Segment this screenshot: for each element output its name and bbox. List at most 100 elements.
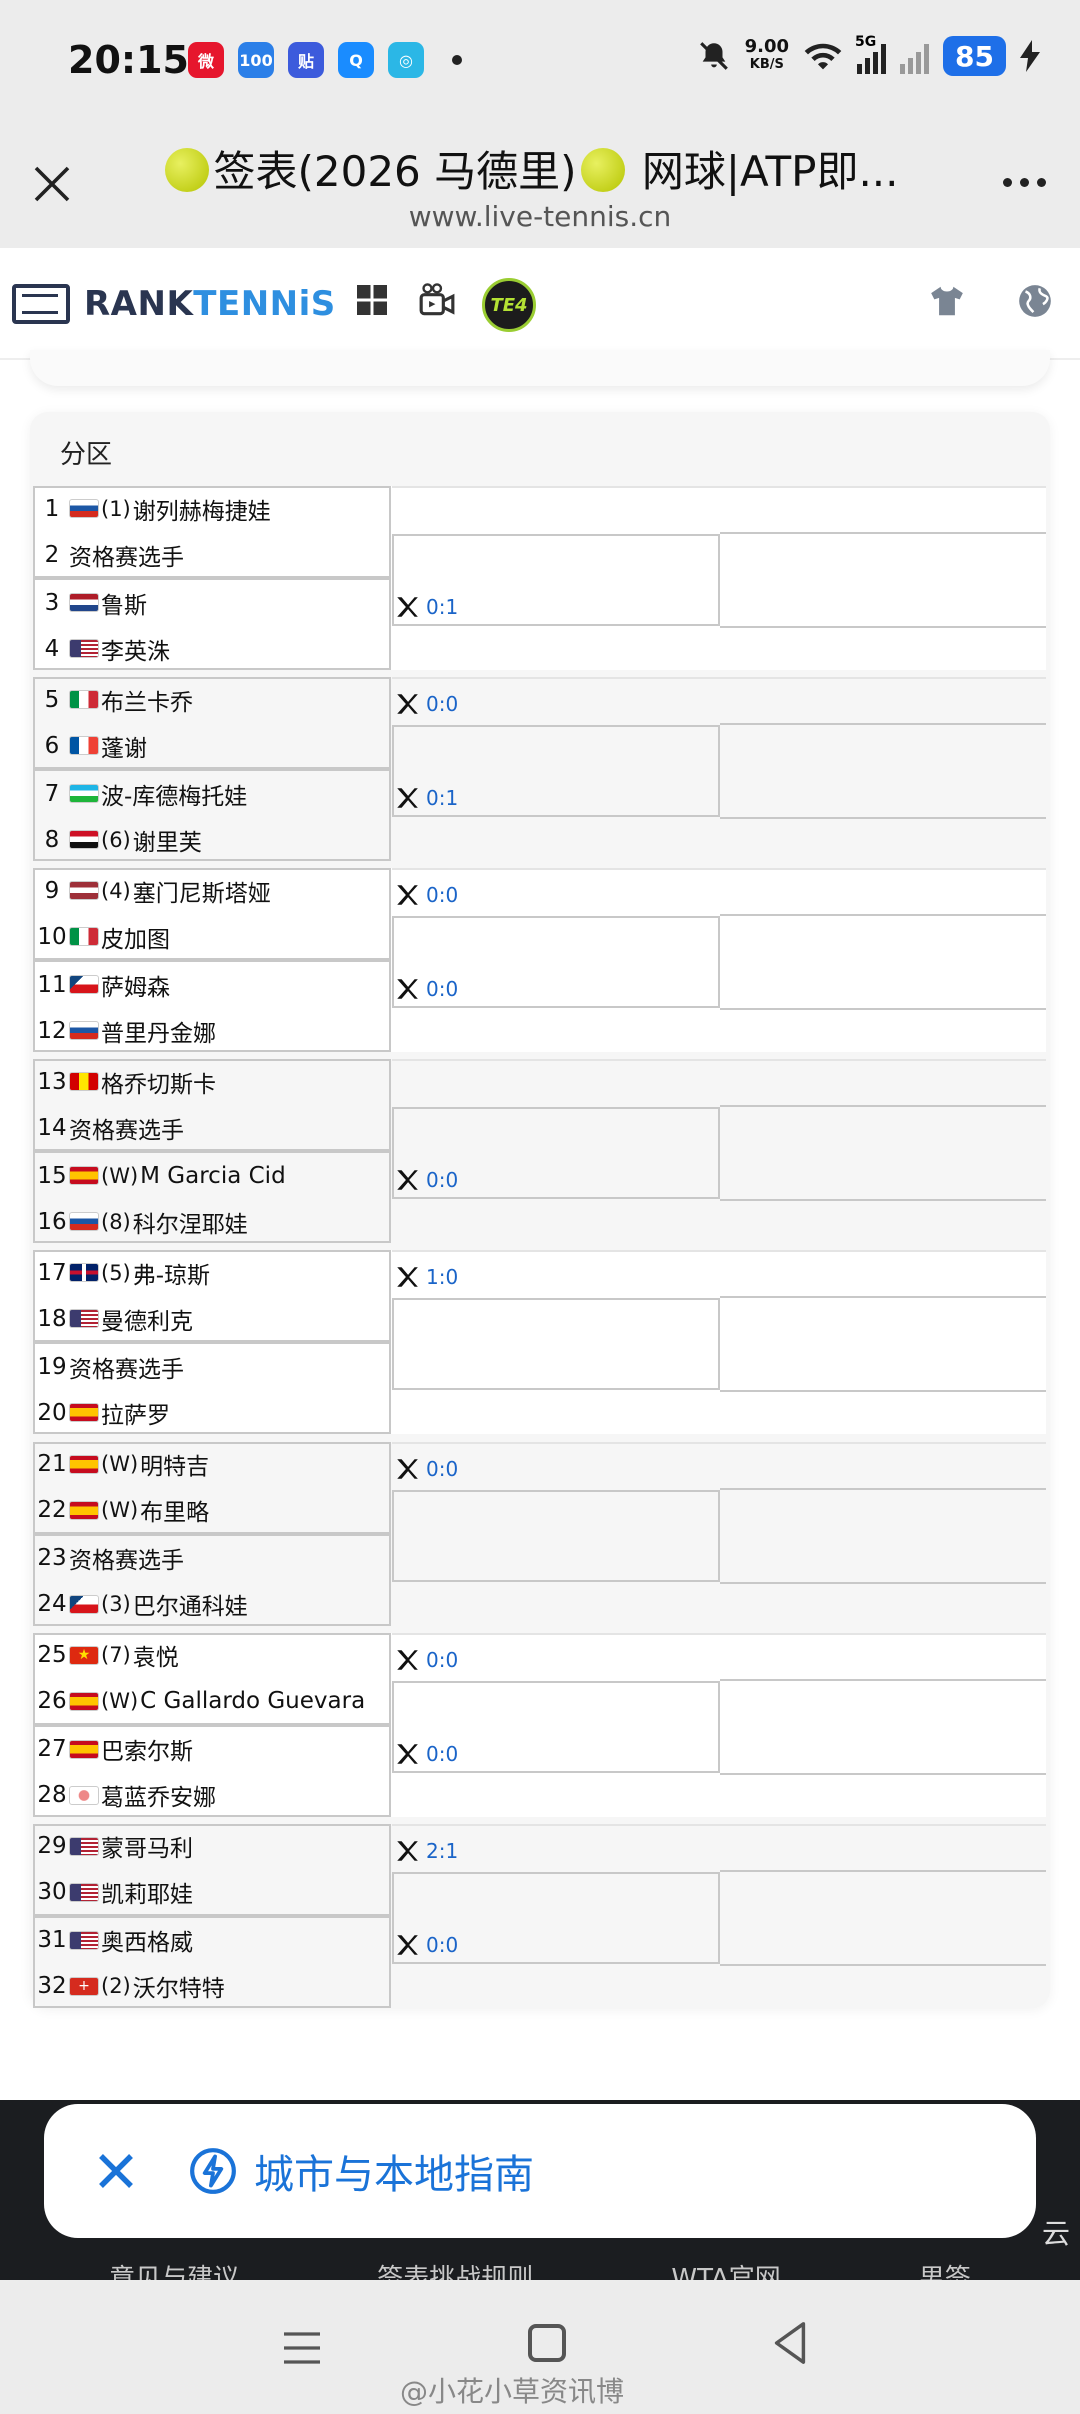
player-name[interactable]: 沃尔特特 [133,1969,225,2003]
player-row[interactable]: 23 资格赛选手 [35,1536,391,1581]
player-row[interactable]: 1 (1) 谢列赫梅捷娃 [35,486,391,531]
player-row[interactable]: 29 蒙哥马利 [35,1824,391,1869]
menu-icon[interactable] [282,2330,322,2366]
player-name[interactable]: 谢列赫梅捷娃 [133,492,271,526]
player-name[interactable]: 明特吉 [140,1447,209,1481]
player-name[interactable]: 鲁斯 [101,586,147,620]
player-row[interactable]: 18 曼德利克 [35,1296,391,1341]
player-name[interactable]: 资格赛选手 [69,1350,184,1384]
player-row[interactable]: 13 格乔切斯卡 [35,1059,391,1104]
player-name[interactable]: 塞门尼斯塔娅 [133,874,271,908]
player-name[interactable]: M Garcia Cid [140,1163,286,1189]
flag-icon-ru [69,499,99,518]
draw-position: 13 [37,1068,67,1095]
player-name[interactable]: 资格赛选手 [69,1111,184,1145]
draw-position: 19 [37,1353,67,1380]
player-row[interactable]: 17 (5) 弗-琼斯 [35,1250,391,1295]
player-row[interactable]: 8 (6) 谢里芙 [35,817,391,862]
match-score[interactable]: 2:1 [394,1838,458,1864]
player-name[interactable]: 曼德利克 [101,1302,193,1336]
score-text: 0:0 [426,692,459,717]
player-row[interactable]: 22 (W) 布里略 [35,1488,391,1533]
match-score[interactable]: 0:0 [394,1456,458,1482]
player-name[interactable]: 蒙哥马利 [101,1829,193,1863]
match-score[interactable]: 0:0 [394,691,458,717]
footer-link[interactable]: 男签 [919,2258,971,2282]
player-name[interactable]: 葛蓝乔安娜 [101,1778,216,1812]
globe-icon[interactable] [1016,282,1054,320]
grid-icon[interactable] [354,282,390,318]
player-name[interactable]: 普里丹金娜 [101,1014,216,1048]
player-name[interactable]: 格乔切斯卡 [101,1065,216,1099]
player-row[interactable]: 24 (3) 巴尔通科娃 [35,1582,391,1627]
footer-link[interactable]: 签表挑战规则 [377,2258,533,2282]
back-icon[interactable] [770,2320,810,2366]
match-status-icon [397,694,418,714]
player-row[interactable]: 3 鲁斯 [35,580,391,625]
player-row[interactable]: 7 波-库德梅托娃 [35,771,391,816]
draw-position: 24 [37,1591,67,1617]
player-row[interactable]: 25 ★ (7) 袁悦 [35,1633,391,1678]
player-row[interactable]: 31 奥西格威 [35,1918,391,1963]
player-name[interactable]: 凯莉耶娃 [101,1875,193,1909]
te4-badge[interactable]: TE4 [482,278,536,332]
more-options-icon[interactable] [1003,178,1046,187]
match-score[interactable]: 0:0 [394,976,458,1002]
player-row[interactable]: 6 蓬谢 [35,723,391,768]
player-row[interactable]: 15 (W) M Garcia Cid [35,1153,391,1198]
player-name[interactable]: 资格赛选手 [69,1541,184,1575]
player-name[interactable]: C Gallardo Guevara [140,1688,365,1714]
player-name[interactable]: 布里略 [140,1493,209,1527]
match-score[interactable]: 1:0 [394,1264,458,1290]
player-row[interactable]: 28 葛蓝乔安娜 [35,1773,391,1818]
player-name[interactable]: 弗-琼斯 [133,1256,210,1290]
footer-link[interactable]: 意见与建议 [109,2258,239,2282]
suggestion-popup[interactable]: 城市与本地指南 [44,2104,1036,2238]
player-name[interactable]: 袁悦 [133,1638,179,1672]
player-row[interactable]: 16 (8) 科尔涅耶娃 [35,1199,391,1244]
site-logo[interactable]: RANKTENNiS [12,284,336,324]
player-name[interactable]: 拉萨罗 [101,1396,170,1430]
player-row[interactable]: 4 李英洙 [35,626,391,671]
player-row[interactable]: 14 资格赛选手 [35,1105,391,1150]
footer-link[interactable]: WTA官网 [671,2258,780,2282]
shirt-icon[interactable] [928,282,966,320]
match-score[interactable]: 0:1 [394,594,458,620]
player-row[interactable]: 11 萨姆森 [35,962,391,1007]
player-row[interactable]: 30 凯莉耶娃 [35,1870,391,1915]
player-name[interactable]: 资格赛选手 [69,538,184,572]
player-row[interactable]: 5 布兰卡乔 [35,677,391,722]
home-icon[interactable] [528,2324,566,2362]
player-name[interactable]: 科尔涅耶娃 [133,1205,248,1239]
player-row[interactable]: 2 资格赛选手 [35,532,391,577]
player-name[interactable]: 奥西格威 [101,1923,193,1957]
player-name[interactable]: 萨姆森 [101,968,170,1002]
player-row[interactable]: 19 资格赛选手 [35,1344,391,1389]
status-right-icons: 9.00 KB/S 5G 85 [697,34,1040,76]
player-row[interactable]: 27 巴索尔斯 [35,1727,391,1772]
match-score[interactable]: 0:1 [394,785,458,811]
player-name[interactable]: 李英洙 [101,632,170,666]
player-row[interactable]: 12 普里丹金娜 [35,1008,391,1053]
player-row[interactable]: 10 皮加图 [35,914,391,959]
video-icon[interactable] [418,282,456,320]
player-row[interactable]: 21 (W) 明特吉 [35,1442,391,1487]
player-name[interactable]: 波-库德梅托娃 [101,777,247,811]
player-row[interactable]: 9 (4) 塞门尼斯塔娅 [35,868,391,913]
player-name[interactable]: 布兰卡乔 [101,683,193,717]
player-row[interactable]: 20 拉萨罗 [35,1390,391,1435]
player-name[interactable]: 巴索尔斯 [101,1732,193,1766]
player-name[interactable]: 巴尔通科娃 [133,1587,248,1621]
player-row[interactable]: 32 + (2) 沃尔特特 [35,1964,391,2009]
player-name[interactable]: 蓬谢 [101,729,147,763]
player-row[interactable]: 26 (W) C Gallardo Guevara [35,1679,391,1724]
close-icon[interactable] [86,2141,146,2201]
player-name[interactable]: 皮加图 [101,920,170,954]
match-score[interactable]: 0:0 [394,882,458,908]
popup-link-text[interactable]: 城市与本地指南 [254,2142,534,2200]
match-score[interactable]: 0:0 [394,1932,458,1958]
match-score[interactable]: 0:0 [394,1741,458,1767]
match-score[interactable]: 0:0 [394,1167,458,1193]
player-name[interactable]: 谢里芙 [133,823,202,857]
match-score[interactable]: 0:0 [394,1647,458,1673]
